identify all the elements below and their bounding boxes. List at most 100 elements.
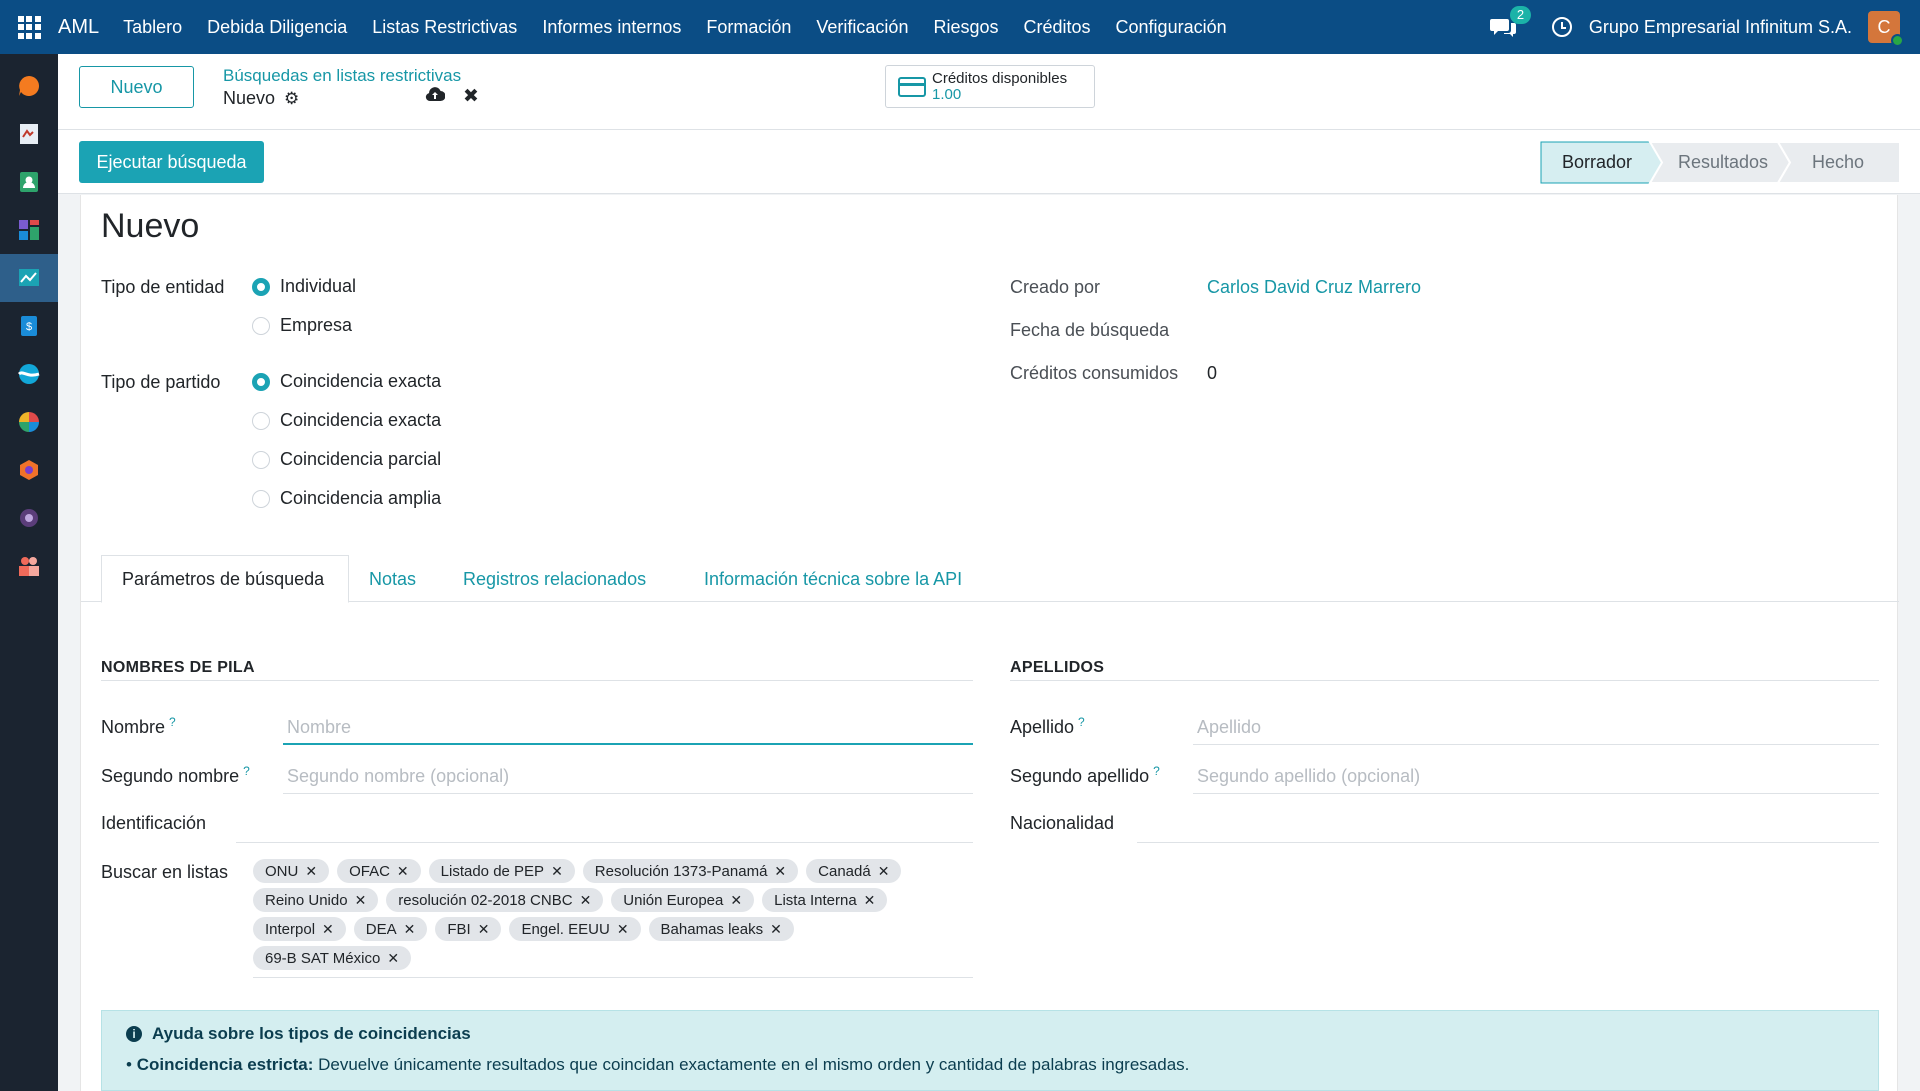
tab-notas[interactable]: Notas — [349, 555, 436, 603]
list-tag[interactable]: 69-B SAT México ✕ — [253, 946, 412, 970]
execute-search-button[interactable]: Ejecutar búsqueda — [79, 141, 264, 183]
list-tag-label: OFAC — [349, 862, 390, 880]
surname-input[interactable] — [1193, 711, 1879, 745]
remove-tag-icon[interactable]: ✕ — [551, 863, 563, 880]
credits-used-value: 0 — [1207, 363, 1218, 383]
help-tooltip-icon[interactable]: ? — [1153, 764, 1160, 778]
menu-item-tablero[interactable]: Tablero — [123, 17, 182, 38]
help-title-text: Ayuda sobre los tipos de coincidencias — [152, 1024, 471, 1043]
tab-parametros-busqueda[interactable]: Parámetros de búsqueda — [101, 555, 349, 603]
created-by-link[interactable]: Carlos David Cruz Marrero — [1207, 277, 1421, 298]
list-tag[interactable]: Canadá ✕ — [806, 859, 902, 883]
tab-registros-relacionados[interactable]: Registros relacionados — [443, 555, 666, 603]
remove-tag-icon[interactable]: ✕ — [580, 892, 592, 909]
sidebar-item-reports[interactable] — [0, 398, 58, 446]
list-tag[interactable]: Interpol ✕ — [253, 917, 346, 941]
remove-tag-icon[interactable]: ✕ — [730, 892, 742, 909]
stage-borrador[interactable]: Borrador — [1562, 152, 1632, 173]
sidebar-item-sign[interactable] — [0, 110, 58, 158]
second-surname-input[interactable] — [1193, 760, 1879, 794]
list-tag-label: FBI — [447, 920, 471, 938]
invoice-icon: $ — [21, 316, 37, 336]
sidebar-item-target[interactable] — [0, 494, 58, 542]
menu-item-creditos[interactable]: Créditos — [1024, 17, 1091, 38]
user-avatar[interactable]: C — [1868, 11, 1904, 47]
help-tooltip-icon[interactable]: ? — [169, 715, 176, 729]
help-tooltip-icon[interactable]: ? — [243, 764, 250, 778]
list-tag[interactable]: Engel. EEUU ✕ — [509, 917, 641, 941]
tab-informacion-tecnica-api[interactable]: Información técnica sobre la API — [684, 555, 982, 603]
menu-item-formacion[interactable]: Formación — [706, 17, 791, 38]
name-input[interactable] — [283, 711, 973, 745]
remove-tag-icon[interactable]: ✕ — [478, 921, 490, 938]
list-tag[interactable]: Unión Europea ✕ — [611, 888, 755, 912]
sidebar-item-employees[interactable] — [0, 542, 58, 590]
menu-item-verificacion[interactable]: Verificación — [816, 17, 908, 38]
help-item-text: Devuelve únicamente resultados que coinc… — [313, 1055, 1190, 1074]
remove-tag-icon[interactable]: ✕ — [878, 863, 890, 880]
radio-coincidencia-parcial[interactable]: Coincidencia parcial — [252, 449, 441, 470]
radio-unchecked-icon — [252, 411, 270, 430]
list-tag[interactable]: Resolución 1373-Panamá ✕ — [582, 859, 799, 883]
sidebar-item-wave[interactable] — [0, 350, 58, 398]
radio-coincidencia-exacta-2[interactable]: Coincidencia exacta — [252, 410, 441, 431]
remove-tag-icon[interactable]: ✕ — [864, 892, 876, 909]
stage-resultados[interactable]: Resultados — [1678, 152, 1768, 173]
radio-label: Individual — [280, 276, 357, 296]
remove-tag-icon[interactable]: ✕ — [617, 921, 629, 938]
menu-item-informes-internos[interactable]: Informes internos — [542, 17, 681, 38]
list-tag[interactable]: Listado de PEP ✕ — [428, 859, 575, 883]
remove-tag-icon[interactable]: ✕ — [355, 892, 367, 909]
list-tag[interactable]: Bahamas leaks ✕ — [648, 917, 794, 941]
sidebar-item-apps[interactable] — [0, 446, 58, 494]
save-cloud-icon[interactable] — [425, 86, 446, 107]
credits-widget[interactable]: Créditos disponibles 1.00 — [885, 65, 1095, 108]
menu-item-configuracion[interactable]: Configuración — [1116, 17, 1227, 38]
list-tag[interactable]: Lista Interna ✕ — [762, 888, 888, 912]
activity-clock-icon[interactable] — [1551, 17, 1572, 37]
menu-item-riesgos[interactable]: Riesgos — [933, 17, 998, 38]
list-tag[interactable]: FBI ✕ — [435, 917, 502, 941]
app-sidebar: $ — [0, 54, 58, 1091]
company-switcher[interactable]: Grupo Empresarial Infinitum S.A. — [1589, 17, 1852, 38]
apps-menu-icon[interactable] — [0, 0, 58, 54]
app-brand[interactable]: AML — [58, 16, 99, 39]
menu-item-debida-diligencia[interactable]: Debida Diligencia — [207, 17, 347, 38]
gear-icon[interactable]: ⚙ — [284, 89, 299, 109]
nationality-select[interactable] — [1137, 809, 1879, 843]
radio-coincidencia-exacta-1[interactable]: Coincidencia exacta — [252, 371, 441, 392]
sidebar-item-dashboard[interactable] — [0, 206, 58, 254]
sidebar-item-discuss[interactable] — [0, 62, 58, 110]
new-record-button[interactable]: Nuevo — [79, 66, 194, 108]
stage-hecho[interactable]: Hecho — [1812, 152, 1864, 173]
radio-individual[interactable]: Individual — [252, 276, 356, 297]
list-tag[interactable]: DEA ✕ — [353, 917, 428, 941]
list-tag-label: Lista Interna — [774, 891, 857, 909]
list-tag[interactable]: Reino Unido ✕ — [253, 888, 379, 912]
middle-name-input[interactable] — [283, 760, 973, 794]
radio-empresa[interactable]: Empresa — [252, 315, 352, 336]
sidebar-item-contacts[interactable] — [0, 158, 58, 206]
radio-coincidencia-amplia[interactable]: Coincidencia amplia — [252, 488, 441, 509]
sidebar-item-invoicing[interactable]: $ — [0, 302, 58, 350]
sidebar-item-aml[interactable] — [0, 254, 58, 302]
identification-input[interactable] — [236, 809, 973, 843]
remove-tag-icon[interactable]: ✕ — [387, 950, 399, 967]
breadcrumb-link[interactable]: Búsquedas en listas restrictivas — [223, 66, 461, 86]
wave-icon — [17, 364, 40, 384]
list-tag[interactable]: OFAC ✕ — [337, 859, 421, 883]
list-tag[interactable]: ONU ✕ — [253, 859, 330, 883]
remove-tag-icon[interactable]: ✕ — [322, 921, 334, 938]
radio-checked-icon — [252, 277, 270, 296]
list-tag[interactable]: resolución 02-2018 CNBC ✕ — [386, 888, 604, 912]
menu-item-listas-restrictivas[interactable]: Listas Restrictivas — [372, 17, 517, 38]
help-tooltip-icon[interactable]: ? — [1078, 715, 1085, 729]
remove-tag-icon[interactable]: ✕ — [305, 863, 317, 880]
chat-icon[interactable]: 2 — [1489, 6, 1532, 38]
remove-tag-icon[interactable]: ✕ — [397, 863, 409, 880]
remove-tag-icon[interactable]: ✕ — [774, 863, 786, 880]
discard-close-icon[interactable]: ✖ — [463, 85, 479, 108]
remove-tag-icon[interactable]: ✕ — [770, 921, 782, 938]
restrictive-lists-tags: ONU ✕ OFAC ✕ Listado de PEP ✕ Resolución 1373-… — [253, 859, 973, 975]
remove-tag-icon[interactable]: ✕ — [404, 921, 416, 938]
